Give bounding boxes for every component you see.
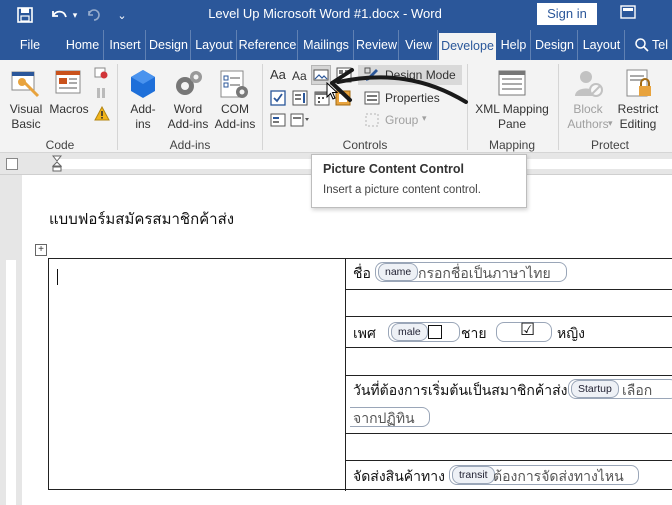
check-box-content-control-icon[interactable] (270, 90, 286, 106)
table-row-divider (345, 460, 672, 461)
female-checkbox[interactable]: ☑ (520, 321, 535, 339)
tab-design[interactable]: Design (147, 30, 191, 60)
indent-marker-icon[interactable] (51, 155, 63, 173)
com-add-ins-icon (218, 68, 250, 100)
pause-recording-icon (94, 86, 108, 100)
redo-icon[interactable] (84, 4, 104, 26)
search-icon[interactable] (634, 37, 650, 53)
tab-references[interactable]: Reference (238, 30, 298, 60)
customize-qat-icon[interactable]: ⌄ (112, 4, 132, 26)
group-label-controls: Controls (342, 138, 388, 152)
tab-layout[interactable]: Layout (192, 30, 237, 60)
com-add-ins-button[interactable]: COM Add-ins (212, 102, 258, 132)
plain-text-content-control-button[interactable]: Aa (292, 69, 307, 83)
table-row-divider (345, 433, 672, 434)
transit-tag: transit (452, 466, 495, 484)
block-authors-dropdown-icon: ▾ (608, 118, 613, 128)
start-date-placeholder-1[interactable]: เลือก (622, 380, 652, 402)
start-date-label: วันที่ต้องการเริ่มต้นเป็นสมาชิกค้าส่ง (353, 383, 568, 399)
vertical-ruler-text-area (6, 260, 16, 505)
undo-dropdown-icon[interactable]: ▾ (70, 4, 80, 26)
macros-button[interactable]: Macros (46, 102, 92, 117)
window-title: Level Up Microsoft Word #1.docx - Word (208, 6, 442, 21)
group-separator (262, 64, 263, 150)
group-label-protect: Protect (590, 138, 629, 152)
restrict-editing-icon (624, 68, 654, 100)
restrict-editing-button[interactable]: Restrict Editing (614, 102, 662, 132)
name-placeholder[interactable]: กรอกชื่อเป็นภาษาไทย (418, 263, 551, 285)
tooltip-description: Insert a picture content control. (323, 184, 481, 196)
tooltip-title: Picture Content Control (323, 162, 464, 176)
drop-down-list-content-control-icon[interactable] (270, 112, 286, 128)
start-date-placeholder-2[interactable]: จากปฏิทิน (353, 408, 415, 430)
form-table (48, 258, 672, 491)
ribbon-display-options-icon[interactable] (620, 5, 638, 23)
tab-view[interactable]: View (400, 30, 438, 60)
xml-mapping-pane-icon (496, 68, 528, 100)
macro-security-icon[interactable] (94, 105, 110, 122)
word-add-ins-gear-icon (172, 68, 204, 100)
tab-file[interactable]: File (8, 30, 52, 60)
block-authors-button[interactable]: Block Authors ▾ (562, 102, 614, 132)
title-bar: ▾ ⌄ Level Up Microsoft Word #1.docx - Wo… (0, 0, 672, 30)
text-cursor (57, 269, 58, 285)
name-label: ชื่อ (353, 266, 371, 282)
group-label-code: Code (45, 138, 75, 152)
tab-developer[interactable]: Develope (439, 33, 496, 60)
tab-help[interactable]: Help (497, 30, 531, 60)
tab-home[interactable]: Home (62, 30, 104, 60)
table-row-divider (345, 289, 672, 290)
macros-icon (54, 68, 84, 100)
tab-selector-icon[interactable] (6, 158, 18, 170)
word-add-ins-button[interactable]: Word Add-ins (164, 102, 212, 132)
record-macro-icon[interactable] (94, 66, 108, 80)
undo-icon[interactable] (46, 4, 72, 26)
rich-text-content-control-button[interactable]: Aa (270, 67, 286, 82)
name-tag: name (378, 263, 419, 281)
document-heading: แบบฟอร์มสมัครสมาชิกค้าส่ง (49, 210, 235, 228)
word-window: ▾ ⌄ Level Up Microsoft Word #1.docx - Wo… (0, 0, 672, 505)
sign-in-button[interactable]: Sign in (537, 3, 597, 25)
table-row-divider (345, 347, 672, 348)
group-separator (558, 64, 559, 150)
annotation-arrow-icon (326, 62, 476, 122)
start-date-tag: Startup (571, 380, 619, 398)
tab-mailings[interactable]: Mailings (299, 30, 354, 60)
visual-basic-button[interactable]: Visual Basic (4, 102, 48, 132)
group-label-mapping: Mapping (488, 138, 536, 152)
block-authors-icon (573, 68, 603, 100)
tab-table-design[interactable]: Design (532, 30, 578, 60)
tab-review[interactable]: Review (355, 30, 399, 60)
male-tag: male (391, 323, 428, 341)
repeating-section-icon[interactable] (290, 112, 310, 128)
save-icon[interactable] (14, 4, 36, 26)
male-checkbox[interactable] (428, 325, 442, 339)
group-label-add-ins: Add-ins (169, 138, 211, 152)
tell-me-input[interactable]: Tel (652, 30, 672, 60)
tab-insert[interactable]: Insert (105, 30, 146, 60)
table-move-handle-icon[interactable]: + (35, 244, 47, 256)
visual-basic-icon (10, 68, 42, 100)
male-text: ชาย (461, 326, 487, 342)
table-row-divider (345, 375, 672, 376)
tooltip: Picture Content Control Insert a picture… (311, 154, 527, 208)
mouse-cursor-icon (326, 81, 339, 100)
combo-box-content-control-icon[interactable] (292, 90, 308, 106)
transit-placeholder[interactable]: ต้องการจัดส่งทางไหน (493, 466, 624, 488)
female-text: หญิง (557, 326, 585, 342)
table-row-divider (345, 316, 672, 317)
add-ins-icon (128, 68, 158, 100)
group-separator (117, 64, 118, 150)
tab-table-layout[interactable]: Layout (579, 30, 625, 60)
xml-mapping-pane-button[interactable]: XML Mapping Pane (470, 102, 554, 132)
transit-label: จัดส่งสินค้าทาง (353, 469, 445, 485)
gender-label: เพศ (353, 326, 376, 342)
add-ins-button[interactable]: Add- ins (124, 102, 162, 132)
ribbon-tabs: File Home Insert Design Layout Reference… (0, 30, 672, 60)
